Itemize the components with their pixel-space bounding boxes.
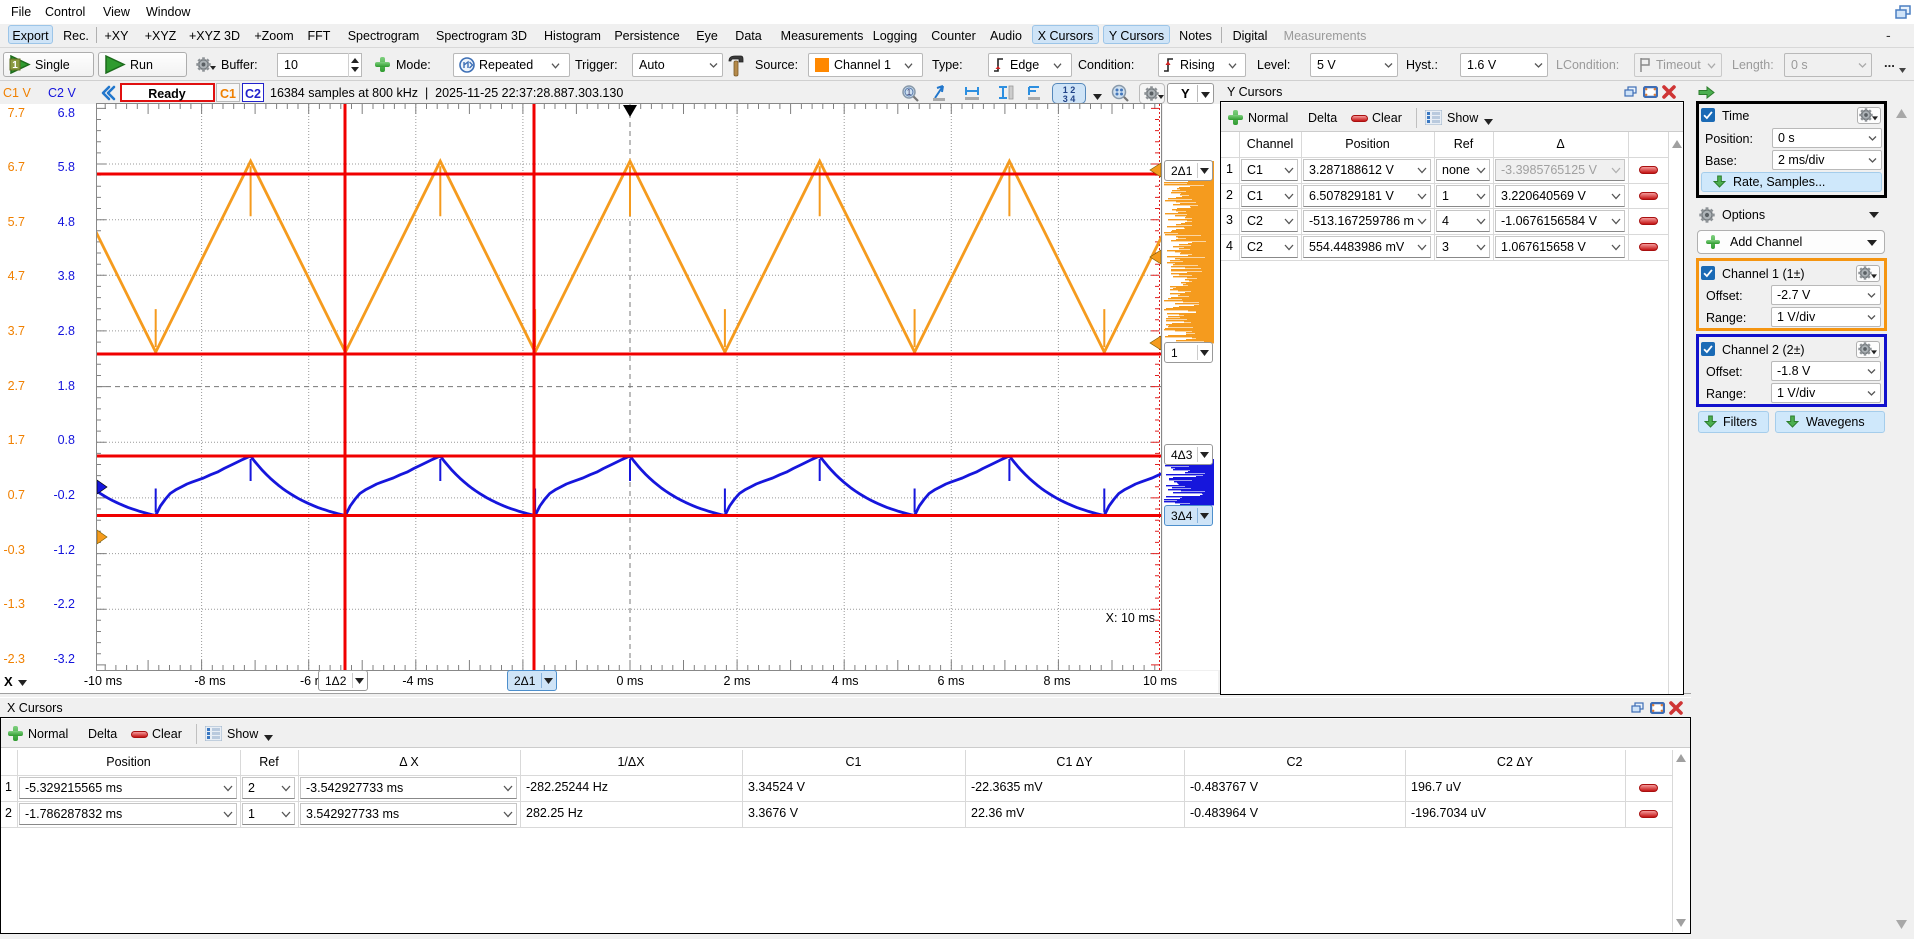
- svg-text:X: 10 ms: X: 10 ms: [1106, 611, 1155, 625]
- svg-text:1: 1: [12, 60, 18, 71]
- svg-text:1: 1: [907, 88, 912, 97]
